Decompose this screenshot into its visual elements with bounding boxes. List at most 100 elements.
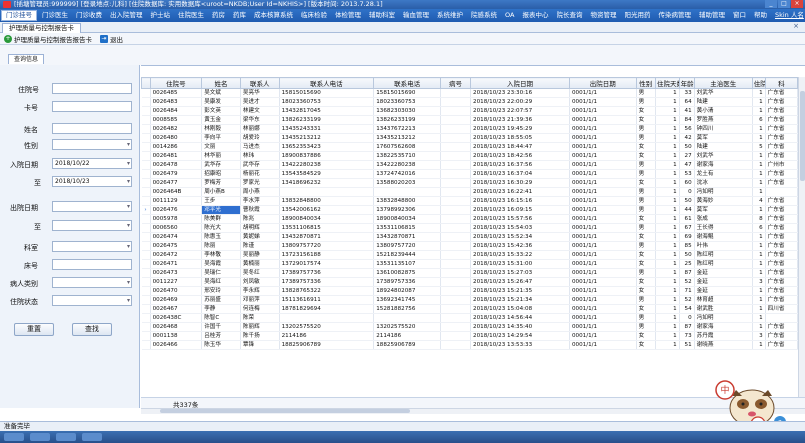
table-cell[interactable]: 广东省 xyxy=(765,259,799,269)
table-cell[interactable] xyxy=(440,133,472,143)
table-cell[interactable]: 1 xyxy=(752,178,766,188)
table-cell[interactable]: 0001/1/1 xyxy=(569,340,637,350)
menu-item-22[interactable]: 窗口 xyxy=(729,9,750,22)
table-cell[interactable]: 谢海鲲 xyxy=(694,232,753,242)
table-cell[interactable]: 广东省 xyxy=(765,295,799,305)
table-cell[interactable]: 44 xyxy=(679,205,695,215)
table-cell[interactable]: 0001/1/1 xyxy=(569,259,637,269)
column-header[interactable]: 住院次数 xyxy=(751,77,766,89)
table-cell[interactable]: 广东省 xyxy=(765,88,799,98)
table-cell[interactable] xyxy=(440,304,472,314)
table-cell[interactable]: 2018/10/23 23:30:16 xyxy=(470,88,570,98)
row-indicator[interactable] xyxy=(141,214,151,224)
table-cell[interactable]: 2018/10/23 15:27:03 xyxy=(470,268,570,278)
table-cell[interactable]: 林玮 xyxy=(240,151,280,161)
table-cell[interactable]: 2018/10/23 14:29:54 xyxy=(470,331,570,341)
table-cell[interactable]: 15281882756 xyxy=(373,304,441,314)
table-cell[interactable]: 0001/1/1 xyxy=(569,142,637,152)
vertical-scrollbar[interactable] xyxy=(798,77,805,397)
table-cell[interactable]: 黄小清 xyxy=(694,106,753,116)
table-cell[interactable]: 男 xyxy=(636,169,656,179)
table-cell[interactable] xyxy=(373,313,441,323)
table-cell[interactable]: 0026483 xyxy=(150,97,203,107)
table-cell[interactable]: 2018/10/23 15:52:34 xyxy=(470,232,570,242)
table-cell[interactable]: 13729017574 xyxy=(279,259,375,269)
table-cell[interactable]: 1 xyxy=(655,277,680,287)
row-indicator[interactable] xyxy=(141,97,151,107)
table-cell[interactable]: 53 xyxy=(679,169,695,179)
table-cell[interactable] xyxy=(440,322,472,332)
table-cell[interactable]: 男 xyxy=(636,196,656,206)
table-cell[interactable]: 广东省 xyxy=(765,124,799,134)
table-cell[interactable]: 女 xyxy=(636,178,656,188)
table-cell[interactable] xyxy=(440,223,472,233)
table-cell[interactable] xyxy=(440,124,472,134)
table-cell[interactable]: 1 xyxy=(655,250,680,260)
table-cell[interactable]: 女 xyxy=(636,304,656,314)
table-cell[interactable]: 0006560 xyxy=(150,223,203,233)
column-header[interactable]: 入院日期 xyxy=(470,77,570,89)
menu-item-10[interactable]: 体检管理 xyxy=(331,9,365,22)
table-cell[interactable]: 0026480 xyxy=(150,133,203,143)
table-cell[interactable]: 2018/10/23 15:57:56 xyxy=(470,214,570,224)
table-cell[interactable]: 林刚毅 xyxy=(201,124,241,134)
table-cell[interactable]: 刘凤敏 xyxy=(240,277,280,287)
table-row[interactable]: 0026466 陈玉华 覃锋 18825906789 18825906789 2018/1… xyxy=(141,340,799,350)
table-row[interactable]: 0026477 罗梅芳 罗家光 13418696232 13588020203 2018/… xyxy=(141,178,799,188)
table-cell[interactable]: 2018/10/23 13:53:33 xyxy=(470,340,570,350)
row-indicator[interactable] xyxy=(141,340,151,350)
menu-item-6[interactable]: 药房 xyxy=(208,9,229,22)
menu-item-18[interactable]: 物资管理 xyxy=(586,9,620,22)
menu-item-3[interactable]: 出入院管理 xyxy=(106,9,147,22)
table-cell[interactable]: 1 xyxy=(752,232,766,242)
table-cell[interactable]: 6 xyxy=(752,223,766,233)
table-cell[interactable] xyxy=(440,313,472,323)
table-cell[interactable] xyxy=(440,169,472,179)
table-cell[interactable]: 0001/1/1 xyxy=(569,232,637,242)
row-indicator[interactable] xyxy=(141,196,151,206)
table-cell[interactable]: 龙土有 xyxy=(694,169,753,179)
table-cell[interactable]: 胡爱玲 xyxy=(240,133,280,143)
table-cell[interactable]: 0026476 xyxy=(150,205,203,215)
table-cell[interactable]: 1 xyxy=(655,241,680,251)
table-cell[interactable] xyxy=(440,232,472,242)
table-cell[interactable]: 18023360753 xyxy=(279,97,375,107)
table-cell[interactable]: 0026479 xyxy=(150,169,203,179)
taskbar-start-icon[interactable] xyxy=(4,433,24,441)
table-cell[interactable]: 0001/1/1 xyxy=(569,187,637,197)
table-cell[interactable]: 广东省 xyxy=(765,277,799,287)
table-cell[interactable]: 18825906789 xyxy=(373,340,441,350)
table-row[interactable]: 0026474 陈惠玉 黄妮娣 13432870871 13432870871 2018/… xyxy=(141,232,799,242)
table-cell[interactable]: 广东省 xyxy=(765,286,799,296)
table-cell[interactable]: 0026466 xyxy=(150,340,203,350)
table-cell[interactable]: 广东省 xyxy=(765,151,799,161)
table-cell[interactable]: 47 xyxy=(679,160,695,170)
row-indicator[interactable] xyxy=(141,133,151,143)
table-cell[interactable]: 王步 xyxy=(201,196,241,206)
table-cell[interactable]: 1 xyxy=(752,313,766,323)
table-row[interactable]: 0001138 吕桂芳 陈千扬 2114186 2114186 2018/10/23 14… xyxy=(141,331,799,341)
table-cell[interactable]: 1 xyxy=(752,124,766,134)
table-cell[interactable]: 谢家海 xyxy=(694,160,753,170)
table-cell[interactable]: 王长得 xyxy=(694,223,753,233)
table-cell[interactable]: 13531135107 xyxy=(373,259,441,269)
table-cell[interactable]: 0001/1/1 xyxy=(569,250,637,260)
table-cell[interactable]: 金延 xyxy=(694,277,753,287)
menu-item-21[interactable]: 辅助管理 xyxy=(695,9,729,22)
table-cell[interactable]: 0026471 xyxy=(150,259,203,269)
table-cell[interactable]: 1 xyxy=(655,214,680,224)
table-cell[interactable]: 梁华东 xyxy=(240,115,280,125)
column-header[interactable]: 出院日期 xyxy=(568,77,637,89)
table-cell[interactable]: 2018/10/23 14:56:44 xyxy=(470,313,570,323)
table-cell[interactable]: 1 xyxy=(655,340,680,350)
table-cell[interactable]: 陈光大 xyxy=(201,223,241,233)
table-cell[interactable]: 1 xyxy=(752,268,766,278)
table-cell[interactable]: 18023360753 xyxy=(373,97,441,107)
table-cell[interactable]: 招康昭 xyxy=(201,169,241,179)
table-row[interactable]: 0026467 李静 何连梅 18781829694 15281882756 2018/1… xyxy=(141,304,799,314)
table-cell[interactable]: 56 xyxy=(679,124,695,134)
row-indicator[interactable] xyxy=(141,106,151,116)
table-cell[interactable]: 0001/1/1 xyxy=(569,88,637,98)
table-cell[interactable]: 33 xyxy=(679,88,695,98)
table-cell[interactable]: 0001/1/1 xyxy=(569,241,637,251)
